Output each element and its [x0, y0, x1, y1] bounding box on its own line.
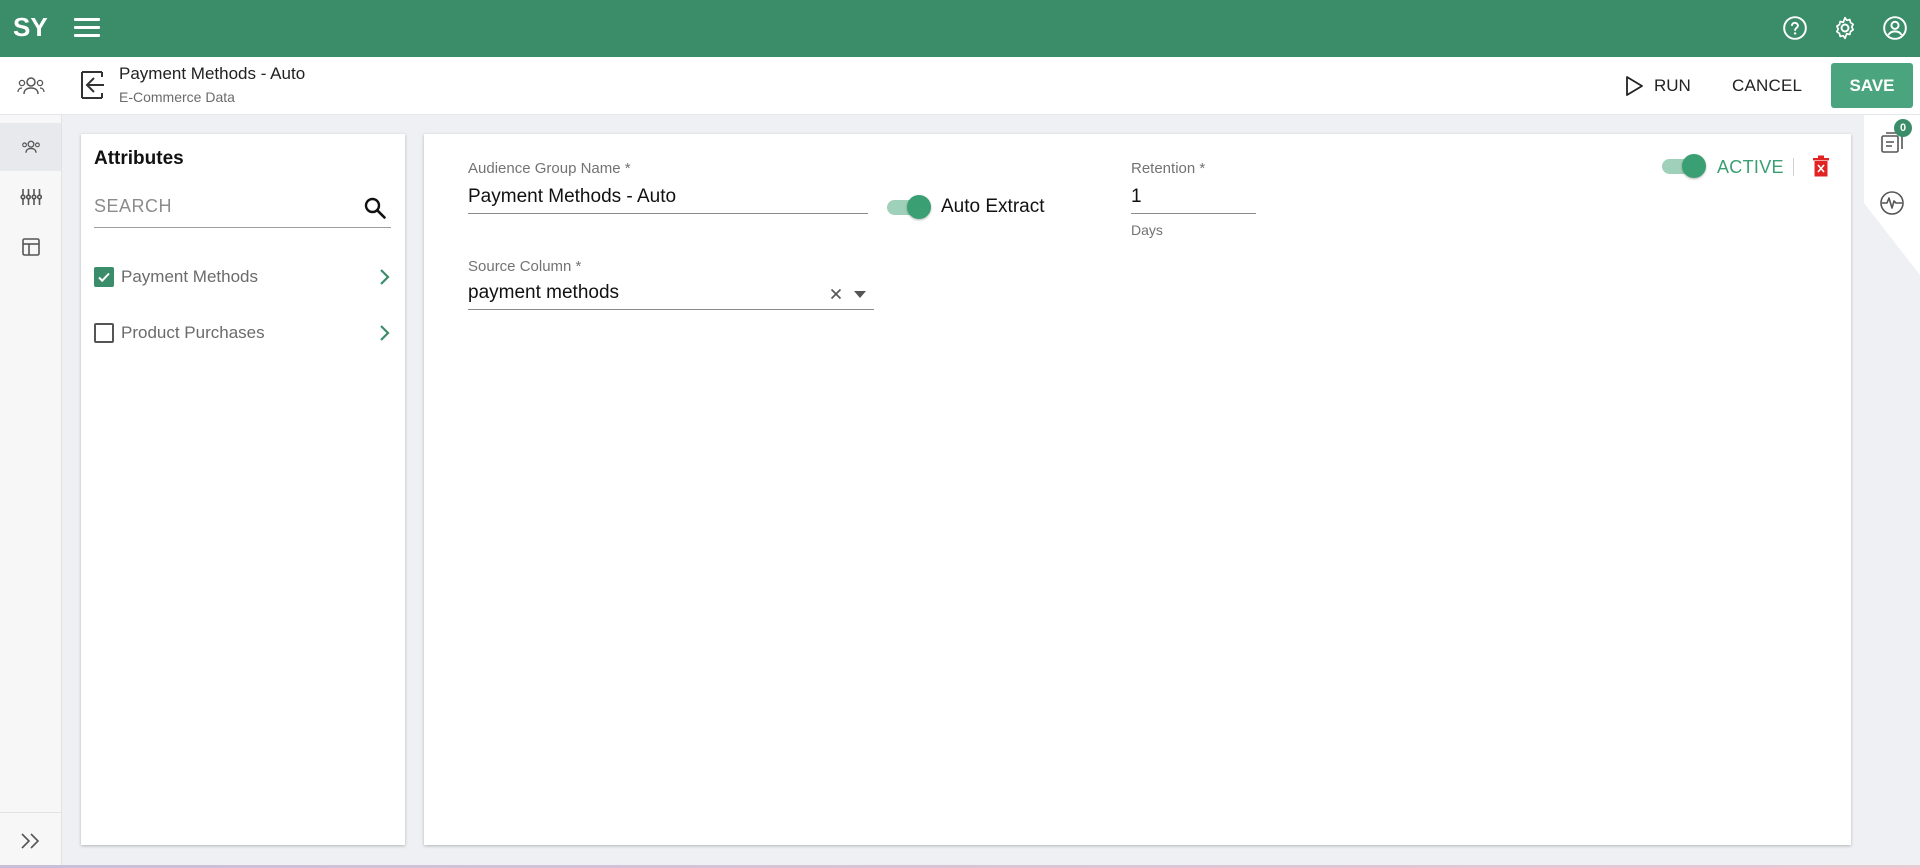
chevron-right-icon[interactable]	[377, 268, 391, 286]
audience-group-name-input[interactable]: Payment Methods - Auto	[468, 182, 868, 214]
expand-nav-button[interactable]	[0, 812, 61, 868]
back-icon[interactable]	[80, 69, 108, 101]
hamburger-menu-icon[interactable]	[74, 18, 100, 38]
audience-group-form: Audience Group Name * Payment Methods - …	[424, 134, 1851, 845]
auto-extract-toggle[interactable]	[885, 194, 931, 220]
dropdown-arrow-icon[interactable]	[854, 291, 866, 299]
search-input[interactable]	[94, 188, 349, 224]
attribute-item-payment-methods[interactable]: Payment Methods	[94, 262, 391, 292]
active-toggle[interactable]	[1660, 153, 1706, 179]
active-status-label: ACTIVE	[1717, 157, 1784, 177]
checkmark-icon	[98, 272, 110, 283]
divider	[1793, 158, 1794, 176]
help-icon[interactable]	[1782, 15, 1808, 41]
save-button[interactable]: SAVE	[1831, 63, 1913, 108]
page-header: Payment Methods - Auto E-Commerce Data R…	[62, 57, 1920, 115]
audience-group-name-label: Audience Group Name *	[468, 160, 631, 177]
audience-icon	[21, 140, 40, 153]
delete-icon[interactable]	[1812, 155, 1830, 177]
attributes-panel: Attributes Payment Methods Product Purch…	[81, 134, 405, 845]
left-nav	[0, 57, 62, 868]
page-subtitle: E-Commerce Data	[119, 89, 235, 105]
source-column-select[interactable]: payment methods	[468, 278, 874, 310]
attributes-search	[94, 188, 391, 228]
attribute-item-product-purchases[interactable]: Product Purchases	[94, 318, 391, 348]
source-column-label: Source Column *	[468, 258, 582, 275]
right-rail: 0	[1864, 115, 1920, 275]
nav-item-audience[interactable]	[0, 123, 61, 171]
nav-item-layout[interactable]	[0, 223, 61, 271]
play-icon	[1626, 76, 1643, 96]
attributes-title: Attributes	[94, 148, 184, 169]
svg-text:SY: SY	[13, 12, 48, 42]
page-title: Payment Methods - Auto	[119, 64, 306, 83]
run-button[interactable]: RUN	[1624, 71, 1691, 101]
layout-icon	[21, 238, 40, 256]
retention-unit: Days	[1131, 222, 1163, 238]
source-column-value: payment methods	[468, 282, 620, 303]
attribute-label: Product Purchases	[121, 323, 265, 342]
nav-top-audience[interactable]	[0, 57, 62, 115]
search-icon[interactable]	[363, 196, 387, 220]
clear-icon[interactable]	[830, 288, 842, 300]
account-icon[interactable]	[1882, 15, 1908, 41]
logo: SY	[13, 12, 48, 42]
run-button-label: RUN	[1654, 76, 1691, 95]
sliders-icon	[19, 189, 42, 205]
retention-input[interactable]: 1	[1131, 182, 1256, 214]
top-app-bar: SY	[0, 0, 1920, 57]
attribute-checkbox[interactable]	[94, 267, 114, 287]
cancel-button[interactable]: CANCEL	[1732, 71, 1802, 101]
double-chevron-right-icon	[20, 832, 39, 849]
chevron-right-icon[interactable]	[377, 324, 391, 342]
attribute-label: Payment Methods	[121, 267, 259, 286]
audience-icon	[17, 76, 45, 94]
gear-icon[interactable]	[1832, 15, 1858, 41]
auto-extract-label: Auto Extract	[941, 196, 1045, 217]
activity-icon[interactable]	[1879, 190, 1905, 216]
attribute-checkbox[interactable]	[94, 323, 114, 343]
notes-badge: 0	[1894, 119, 1912, 137]
nav-item-sliders[interactable]	[0, 173, 61, 221]
retention-label: Retention *	[1131, 160, 1206, 177]
